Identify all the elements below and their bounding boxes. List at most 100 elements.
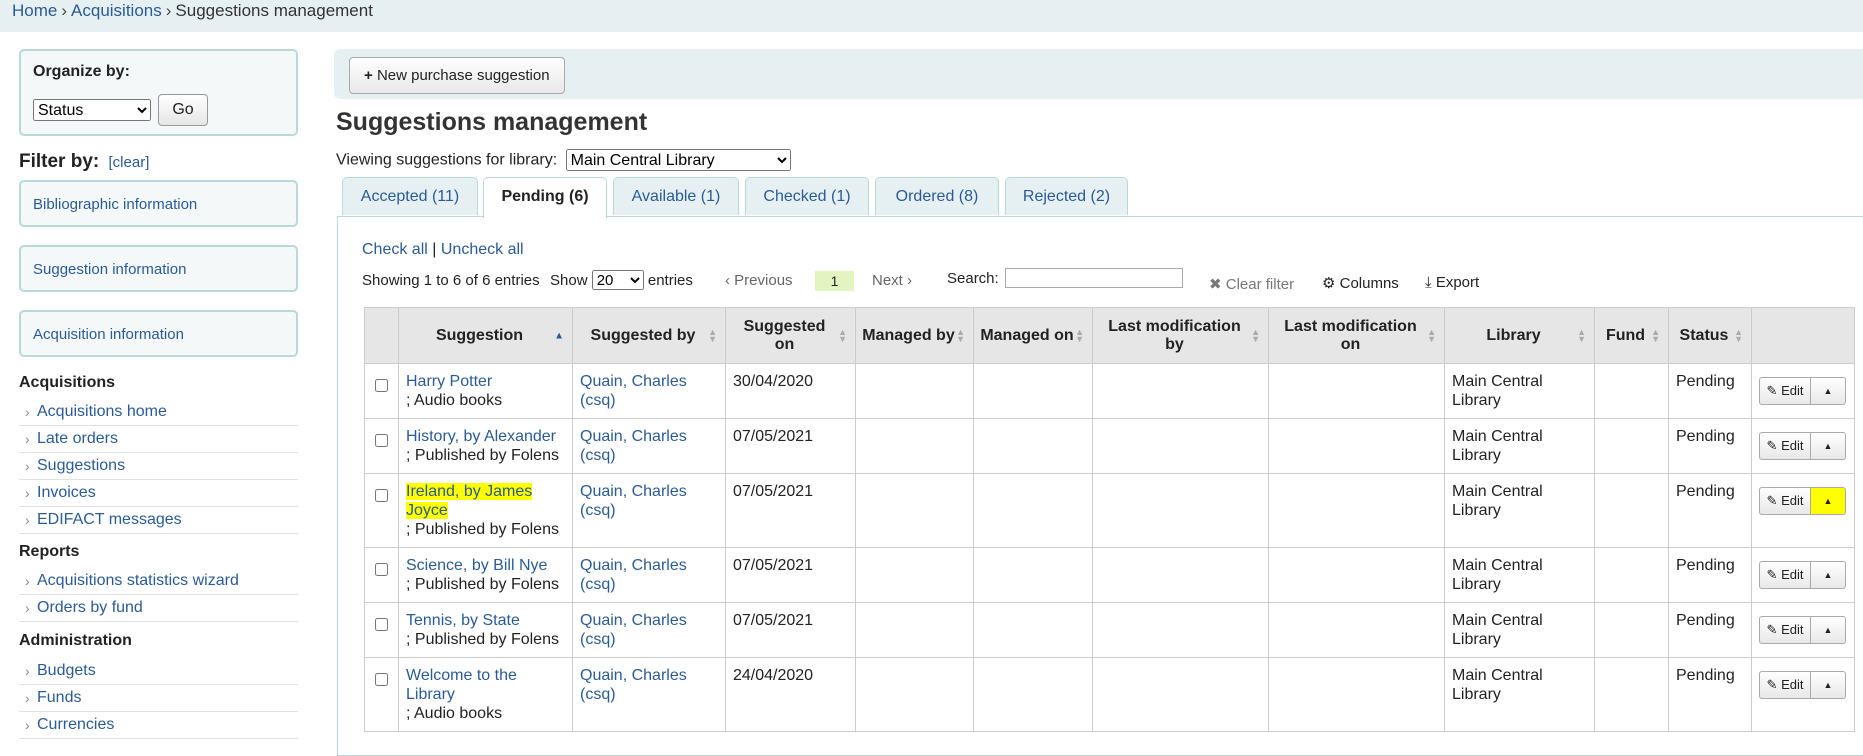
suggestion-sub: ; Audio books <box>406 392 503 409</box>
nav-item-suggestions[interactable]: Suggestions <box>19 453 298 480</box>
caret-up-icon[interactable]: ▲ <box>1811 377 1846 405</box>
suggested-by-cell: Quain, Charles (csq) <box>572 657 726 732</box>
nav-link[interactable]: Currencies <box>37 716 114 733</box>
header-status[interactable]: Status ▲ ▼ <box>1668 307 1752 364</box>
table-row: Ireland, by James Joyce ; Published by Fo… <box>364 473 1855 548</box>
edit-button[interactable]: ✎ Edit <box>1759 487 1811 515</box>
header-last-modification-on[interactable]: Last modification on ▲ ▼ <box>1268 307 1445 364</box>
row-checkbox[interactable] <box>375 563 388 576</box>
suggested-on-cell: 07/05/2021 <box>725 547 856 603</box>
fund-cell <box>1594 418 1669 474</box>
row-checkbox[interactable] <box>375 379 388 392</box>
nav-item-edifact-messages[interactable]: EDIFACT messages <box>19 507 298 534</box>
edit-button[interactable]: ✎ Edit <box>1759 432 1811 460</box>
suggestion-link[interactable]: History, by Alexander <box>406 428 556 445</box>
previous-page[interactable]: ‹ Previous <box>725 272 793 289</box>
nav-item-late-orders[interactable]: Late orders <box>19 426 298 453</box>
nav-link[interactable]: Orders by fund <box>37 599 143 616</box>
fund-cell <box>1594 547 1669 603</box>
current-page-number[interactable]: 1 <box>815 271 854 291</box>
caret-up-icon[interactable]: ▲ <box>1811 561 1846 589</box>
filter-clear-link[interactable]: [clear] <box>109 154 150 171</box>
breadcrumb-home-link[interactable]: Home <box>12 1 57 20</box>
row-checkbox[interactable] <box>375 489 388 502</box>
tab-rejected[interactable]: Rejected (2) <box>1005 177 1128 215</box>
managed-on-cell <box>973 473 1093 548</box>
nav-link[interactable]: EDIFACT messages <box>37 511 182 528</box>
nav-item-acquisitions-home[interactable]: Acquisitions home <box>19 399 298 426</box>
row-checkbox[interactable] <box>375 434 388 447</box>
header-library[interactable]: Library ▲ ▼ <box>1444 307 1595 364</box>
suggestion-link[interactable]: Tennis, by State <box>406 612 520 629</box>
edit-button[interactable]: ✎ Edit <box>1759 377 1811 405</box>
suggested-by-link[interactable]: Quain, Charles (csq) <box>580 667 687 703</box>
header-managed-on[interactable]: Managed on ▲ ▼ <box>973 307 1093 364</box>
suggestion-link[interactable]: Ireland, by James Joyce <box>406 483 533 519</box>
header-suggested-by[interactable]: Suggested by ▲ ▼ <box>572 307 726 364</box>
suggestion-link[interactable]: Welcome to the Library <box>406 667 517 703</box>
suggestion-cell: History, by Alexander ; Published by Fole… <box>398 418 573 474</box>
show-entries-select[interactable]: 20 <box>591 270 644 290</box>
edit-button[interactable]: ✎ Edit <box>1759 616 1811 644</box>
filter-acquisition-information[interactable]: Acquisition information <box>19 310 298 357</box>
export-button[interactable]: ⤓ Export <box>1425 274 1479 291</box>
uncheck-all-link[interactable]: Uncheck all <box>441 241 524 258</box>
suggestion-link[interactable]: Science, by Bill Nye <box>406 557 547 574</box>
suggested-by-link[interactable]: Quain, Charles (csq) <box>580 557 687 593</box>
actions-cell: ✎ Edit ▲ <box>1751 473 1855 548</box>
caret-up-icon[interactable]: ▲ <box>1811 487 1846 515</box>
pencil-icon: ✎ <box>1766 438 1778 453</box>
suggested-on-cell: 30/04/2020 <box>725 363 856 419</box>
suggested-by-link[interactable]: Quain, Charles (csq) <box>580 428 687 464</box>
nav-item-orders-by-fund[interactable]: Orders by fund <box>19 595 298 622</box>
tab-checked[interactable]: Checked (1) <box>745 177 869 215</box>
nav-item-invoices[interactable]: Invoices <box>19 480 298 507</box>
edit-button[interactable]: ✎ Edit <box>1759 561 1811 589</box>
nav-link[interactable]: Late orders <box>37 430 118 447</box>
suggested-by-link[interactable]: Quain, Charles (csq) <box>580 612 687 648</box>
library-select[interactable]: Main Central Library <box>565 149 791 171</box>
nav-item-funds[interactable]: Funds <box>19 685 298 712</box>
check-all-link[interactable]: Check all <box>362 241 428 258</box>
new-purchase-suggestion-button[interactable]: + New purchase suggestion <box>349 57 565 94</box>
tab-pending[interactable]: Pending (6) <box>483 177 607 218</box>
nav-item-acquisitions-statistics-wizard[interactable]: Acquisitions statistics wizard <box>19 568 298 595</box>
suggested-by-link[interactable]: Quain, Charles (csq) <box>580 373 687 409</box>
suggestion-link[interactable]: Harry Potter <box>406 373 492 390</box>
breadcrumb-acquisitions-link[interactable]: Acquisitions <box>71 1 162 20</box>
chevron-left-icon: ‹ <box>725 272 730 289</box>
tab-accepted[interactable]: Accepted (11) <box>342 177 478 215</box>
caret-up-icon[interactable]: ▲ <box>1811 616 1846 644</box>
filter-suggestion-information[interactable]: Suggestion information <box>19 245 298 292</box>
row-checkbox[interactable] <box>375 673 388 686</box>
search-input[interactable] <box>1005 268 1183 288</box>
go-button[interactable]: Go <box>158 94 208 126</box>
filter-bibliographic-information[interactable]: Bibliographic information <box>19 180 298 227</box>
next-page[interactable]: Next › <box>872 272 912 289</box>
nav-link[interactable]: Invoices <box>37 484 96 501</box>
header-managed-by[interactable]: Managed by ▲ ▼ <box>855 307 974 364</box>
caret-up-icon[interactable]: ▲ <box>1811 432 1846 460</box>
suggested-by-link[interactable]: Quain, Charles (csq) <box>580 483 687 519</box>
nav-link[interactable]: Suggestions <box>37 457 125 474</box>
library-cell: Main Central Library <box>1444 473 1595 548</box>
tab-ordered[interactable]: Ordered (8) <box>875 177 999 215</box>
edit-button[interactable]: ✎ Edit <box>1759 671 1811 699</box>
nav-item-currencies[interactable]: Currencies <box>19 712 298 739</box>
organize-by-select[interactable]: Status <box>33 99 151 121</box>
pencil-icon: ✎ <box>1766 677 1778 692</box>
nav-link[interactable]: Acquisitions statistics wizard <box>37 572 239 589</box>
nav-item-budgets[interactable]: Budgets <box>19 658 298 685</box>
nav-link[interactable]: Acquisitions home <box>37 403 167 420</box>
nav-link[interactable]: Budgets <box>37 662 96 679</box>
nav-link[interactable]: Funds <box>37 689 81 706</box>
header-fund[interactable]: Fund ▲ ▼ <box>1594 307 1669 364</box>
caret-up-icon[interactable]: ▲ <box>1811 671 1846 699</box>
header-suggested-on[interactable]: Suggested on ▲ ▼ <box>725 307 856 364</box>
clear-filter-button[interactable]: ✖ Clear filter <box>1209 275 1294 293</box>
tab-available[interactable]: Available (1) <box>613 177 739 215</box>
header-suggestion[interactable]: Suggestion ▲ <box>398 307 573 364</box>
columns-button[interactable]: ⚙ Columns <box>1322 274 1399 292</box>
row-checkbox[interactable] <box>375 618 388 631</box>
header-last-modification-by[interactable]: Last modification by ▲ ▼ <box>1092 307 1269 364</box>
